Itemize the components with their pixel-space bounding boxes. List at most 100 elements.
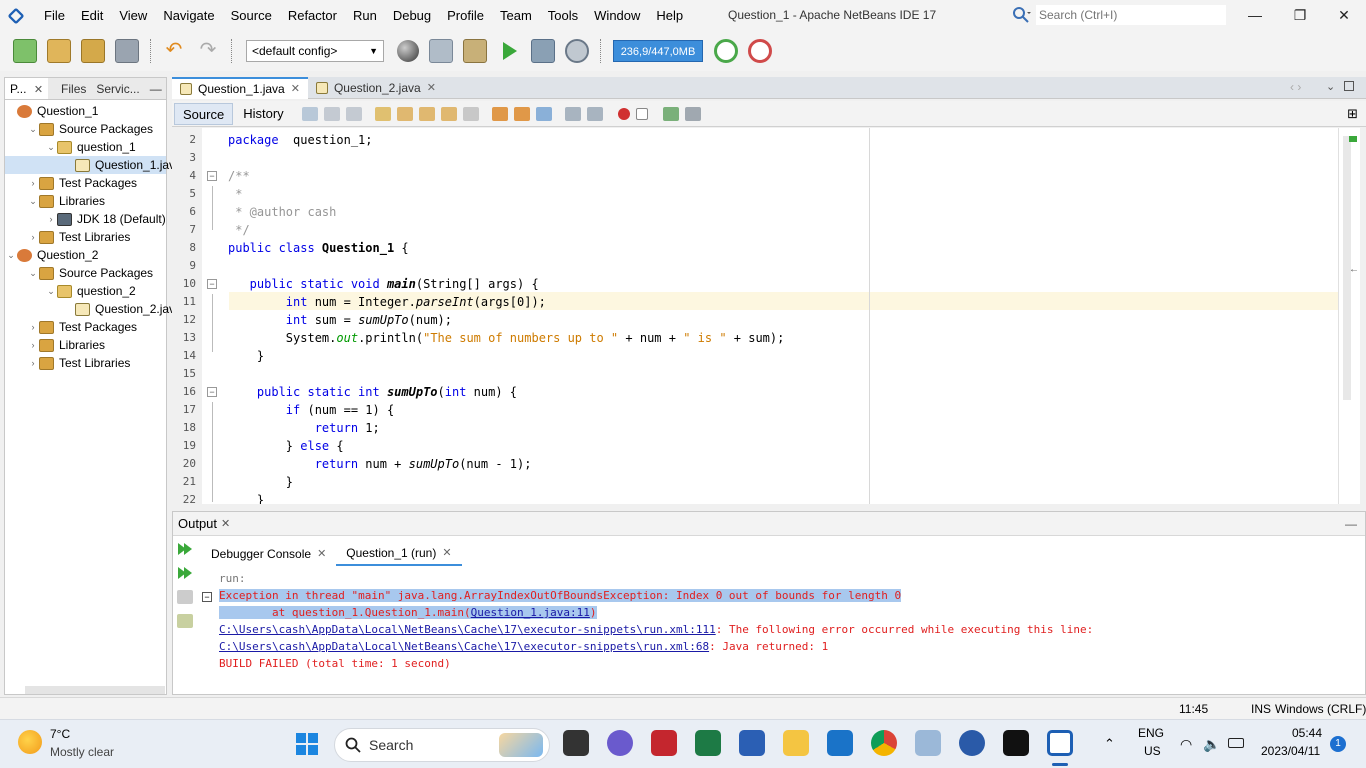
globe-icon[interactable] [397,40,419,62]
tree-item[interactable]: › Test Libraries [5,354,166,372]
tab-files[interactable]: Files [56,78,91,99]
code-editor[interactable]: 2 3 4 5 6 7 8 9 10 11 12 13 14 15 16 17 18 19 20 21 22 packa… [172,128,1360,504]
toggle-bookmark-icon[interactable] [535,106,552,121]
excel-icon[interactable] [695,730,721,756]
menu-profile[interactable]: Profile [439,0,492,31]
rect-select-icon[interactable] [462,106,479,121]
lang-code[interactable]: ENG [1138,726,1164,740]
config-select[interactable]: <default config> ▼ [246,40,384,62]
battery-icon[interactable] [1228,738,1244,748]
tree-item[interactable]: ⌄ Source Packages [5,264,166,282]
volume-icon[interactable]: 🔈 [1203,733,1220,755]
tab-services[interactable]: Servic... [91,78,144,99]
tree-item[interactable]: Question_2.java [5,300,182,318]
rerun-icon[interactable] [177,542,193,556]
close-button[interactable]: ✕ [1321,0,1366,31]
tree-item[interactable]: › Libraries [5,336,166,354]
record-macro-icon[interactable] [617,107,630,120]
tree-item[interactable]: ⌄ Question_2 [5,246,166,264]
maximize-button[interactable]: ❐ [1277,0,1323,31]
panel-minimize-button[interactable]: — [145,78,167,99]
clean-build-icon[interactable] [463,39,487,63]
fold-toggle-icon[interactable]: − [207,279,217,289]
chevron-down-icon[interactable]: ⌄ [27,120,39,138]
close-icon[interactable]: ✕ [221,517,230,530]
menu-tools[interactable]: Tools [540,0,586,31]
search-input[interactable] [1036,5,1226,25]
chevron-up-icon[interactable]: ⌃ [1104,733,1115,755]
photos-icon[interactable] [915,730,941,756]
menu-refactor[interactable]: Refactor [280,0,345,31]
output-minimize-button[interactable]: — [1345,517,1357,531]
find-icon[interactable] [374,106,391,121]
menu-help[interactable]: Help [648,0,691,31]
editor-vertical-scrollbar[interactable]: ← [1338,128,1360,504]
new-file-icon[interactable] [13,39,37,63]
last-edit-icon[interactable] [301,106,318,121]
menu-debug[interactable]: Debug [385,0,439,31]
clock-time[interactable]: 05:44 [1292,726,1322,740]
close-icon[interactable]: ✕ [291,78,300,100]
outlook-icon[interactable] [827,730,853,756]
chevron-right-icon[interactable]: › [27,336,39,354]
chevron-down-icon[interactable]: ⌄ [45,282,57,300]
menu-run[interactable]: Run [345,0,385,31]
forward-icon[interactable] [345,106,362,121]
memory-indicator[interactable]: 236,9/447,0MB [613,40,703,62]
tab-list-chevron-icon[interactable]: ⌄ [1326,80,1335,93]
menu-view[interactable]: View [111,0,155,31]
tree-item[interactable]: ⌄ question_2 [5,282,166,300]
stop-icon[interactable] [177,590,193,604]
weather-desc[interactable]: Mostly clear [50,745,114,759]
menu-navigate[interactable]: Navigate [155,0,222,31]
gc-icon[interactable] [714,39,738,63]
chevron-right-icon[interactable]: › [27,354,39,372]
undo-icon[interactable]: ↶ [162,39,186,63]
fold-toggle-icon[interactable]: − [207,171,217,181]
uncomment-icon[interactable] [684,106,701,121]
menu-file[interactable]: File [36,0,73,31]
fold-toggle-icon[interactable]: − [207,387,217,397]
output-title[interactable]: Output [173,512,221,536]
chevron-right-icon[interactable]: › [27,174,39,192]
tree-item[interactable]: Question_1.java [5,156,182,174]
teams-icon[interactable] [607,730,633,756]
build-icon[interactable] [429,39,453,63]
save-all-icon[interactable] [115,39,139,63]
chevron-down-icon[interactable]: ⌄ [45,138,57,156]
output-tab[interactable]: Question_1 (run) ✕ [336,542,462,566]
stop-macro-icon[interactable] [635,107,648,120]
source-tab-button[interactable]: Source [174,102,234,125]
tree-item[interactable]: › Test Packages [5,174,166,192]
menu-edit[interactable]: Edit [73,0,111,31]
terminal-icon[interactable] [1003,730,1029,756]
profiler-snapshot-icon[interactable] [748,39,772,63]
tree-item[interactable]: › Test Packages [5,318,166,336]
tree-item[interactable]: ⌄ question_1 [5,138,166,156]
run-xml-link-111[interactable]: C:\Users\cash\AppData\Local\NetBeans\Cac… [219,623,716,636]
menu-source[interactable]: Source [223,0,280,31]
weather-icon[interactable] [18,730,42,754]
minimize-button[interactable]: — [1232,0,1278,31]
editor-tab[interactable]: Question_2.java ✕ [308,77,444,99]
debug-icon[interactable] [531,39,555,63]
lang-region[interactable]: US [1144,744,1161,758]
clock-date[interactable]: 2023/04/11 [1261,744,1320,758]
task-view-icon[interactable] [563,730,589,756]
chevron-down-icon[interactable]: ⌄ [27,192,39,210]
windows-start-icon[interactable] [296,733,318,755]
line-ending[interactable]: Windows (CRLF) [1275,698,1366,720]
rerun-with-params-icon[interactable] [177,566,193,580]
close-icon[interactable]: ✕ [317,542,326,566]
tree-item[interactable]: Question_1 [5,102,166,120]
weather-temp[interactable]: 7°C [50,727,70,741]
chrome-icon[interactable] [871,730,897,756]
word-icon[interactable] [739,730,765,756]
output-tab[interactable]: Debugger Console ✕ [201,542,336,566]
maximize-editor-icon[interactable] [1344,81,1354,91]
horizontal-scrollbar[interactable] [25,686,165,694]
settings-icon[interactable] [177,614,193,628]
tab-nav-arrows-icon[interactable]: ‹ › [1290,80,1301,94]
app-icon[interactable] [959,730,985,756]
tree-item[interactable]: ⌄ Source Packages [5,120,166,138]
